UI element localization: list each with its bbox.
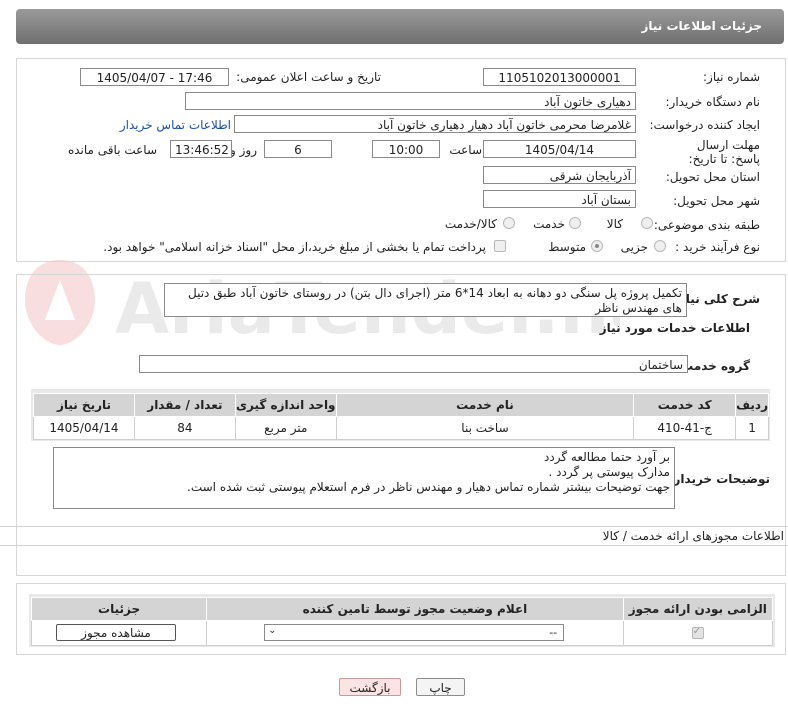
deadline-date-field: 1405/04/14 — [483, 140, 636, 158]
city-field: بستان آباد — [483, 190, 636, 208]
col-unit: واحد اندازه گیری — [234, 393, 337, 417]
deadline-time-field: 10:00 — [372, 140, 440, 158]
col-need-date: تاریخ نیاز — [33, 393, 135, 417]
permit-status-select[interactable]: -- ⌄ — [264, 624, 565, 641]
buyer-notes-field: بر آورد حتما مطالعه گردد مدارک پیوستی پر… — [53, 447, 675, 509]
cell-permit-details: مشاهده مجوز — [30, 620, 208, 646]
creator-label: ایجاد کننده درخواست: — [649, 118, 760, 132]
creator-field: غلامرضا محرمی خاتون آباد دهیار دهیاری خا… — [234, 115, 636, 133]
col-permit-details: جزئیات — [30, 597, 208, 621]
need-number-field: 1105102013000001 — [483, 68, 636, 86]
treasury-payment-checkbox[interactable] — [494, 240, 506, 252]
cell-service-name: ساخت بنا — [335, 416, 635, 440]
back-button[interactable]: بازگشت — [339, 678, 401, 696]
category-option-goods-service: کالا/خدمت — [444, 217, 497, 231]
process-radio-minor[interactable] — [654, 240, 666, 252]
description-field: تکمیل پروژه پل سنگی دو دهانه به ابعاد 14… — [164, 283, 687, 317]
cell-row: 1 — [735, 416, 769, 440]
treasury-payment-note: پرداخت تمام یا بخشی از مبلغ خرید،از محل … — [103, 240, 486, 254]
remaining-days-label: روز و — [230, 143, 257, 157]
category-radio-goods[interactable] — [641, 217, 653, 229]
buyer-notes-label: توضیحات خریدار: — [668, 472, 770, 486]
col-permit-required: الزامی بودن ارائه مجوز — [622, 597, 774, 621]
col-service-code: کد خدمت — [633, 393, 737, 417]
service-group-field: ساختمان — [139, 355, 688, 373]
buyer-notes-line: جهت توضیحات بیشتر شماره تماس دهیار و مهن… — [187, 480, 670, 494]
buyer-contact-link[interactable]: اطلاعات تماس خریدار — [120, 118, 231, 132]
cell-quantity: 84 — [133, 416, 236, 440]
page-title: جزئیات اطلاعات نیاز — [641, 19, 762, 33]
check-icon: ✓ — [692, 626, 702, 637]
remaining-days-field: 6 — [264, 140, 332, 158]
category-radio-service[interactable] — [569, 217, 581, 229]
remaining-time-field: 13:46:52 — [170, 140, 232, 158]
buyer-notes-line: مدارک پیوستی پر گردد . — [548, 465, 671, 479]
province-field: آذربایجان شرقی — [483, 166, 636, 184]
process-type-label: نوع فرآیند خرید : — [675, 240, 760, 254]
remaining-time-label: ساعت باقی مانده — [67, 143, 157, 157]
category-option-goods: کالا — [606, 217, 623, 231]
page-header: جزئیات اطلاعات نیاز — [16, 9, 784, 44]
category-radio-goods-service[interactable] — [503, 217, 515, 229]
process-radio-medium[interactable] — [591, 240, 603, 252]
chevron-down-icon: ⌄ — [268, 625, 277, 636]
process-option-medium: متوسط — [548, 240, 586, 254]
deadline-label: مهلت ارسال پاسخ: تا تاریخ: — [688, 138, 760, 166]
province-label: استان محل تحویل: — [665, 170, 760, 184]
city-label: شهر محل تحویل: — [673, 194, 760, 208]
cell-need-date: 1405/04/14 — [33, 416, 135, 440]
view-permit-button[interactable]: مشاهده مجوز — [56, 624, 176, 641]
cell-permit-required: ✓ — [622, 620, 774, 646]
col-service-name: نام خدمت — [335, 393, 635, 417]
buyer-notes-line: بر آورد حتما مطالعه گردد — [544, 450, 670, 464]
permits-section-title: اطلاعات مجوزهای ارائه خدمت / کالا — [602, 529, 784, 543]
divider — [0, 545, 788, 546]
announce-datetime-field: 1405/04/07 - 17:46 — [80, 68, 229, 86]
services-section-title: اطلاعات خدمات مورد نیاز — [599, 321, 750, 335]
deadline-time-label: ساعت — [449, 143, 482, 157]
process-option-minor: جزیی — [620, 240, 648, 254]
table-row: 1 ج-41-410 ساخت بنا متر مربع 84 1405/04/… — [33, 416, 769, 440]
print-button[interactable]: چاپ — [416, 678, 465, 696]
col-permit-status: اعلام وضعیت مجوز توسط تامین کننده — [206, 597, 624, 621]
category-option-service: خدمت — [533, 217, 565, 231]
divider — [0, 526, 788, 527]
need-number-label: شماره نیاز: — [703, 70, 760, 84]
buyer-org-field: دهیاری خاتون آباد — [185, 92, 636, 110]
category-label: طبقه بندی موضوعی: — [653, 218, 760, 232]
table-row: ✓ -- ⌄ مشاهده مجوز — [30, 620, 774, 646]
buyer-org-label: نام دستگاه خریدار: — [665, 95, 761, 109]
permit-status-select-value: -- — [549, 626, 558, 639]
cell-permit-status: -- ⌄ — [206, 620, 624, 646]
col-quantity: تعداد / مقدار — [133, 393, 236, 417]
col-row: ردیف — [735, 393, 769, 417]
permits-table: الزامی بودن ارائه مجوز اعلام وضعیت مجوز … — [30, 597, 774, 646]
cell-service-code: ج-41-410 — [633, 416, 737, 440]
announce-datetime-label: تاریخ و ساعت اعلان عمومی: — [236, 70, 381, 84]
cell-unit: متر مربع — [234, 416, 337, 440]
services-table: ردیف کد خدمت نام خدمت واحد اندازه گیری ت… — [33, 393, 769, 440]
